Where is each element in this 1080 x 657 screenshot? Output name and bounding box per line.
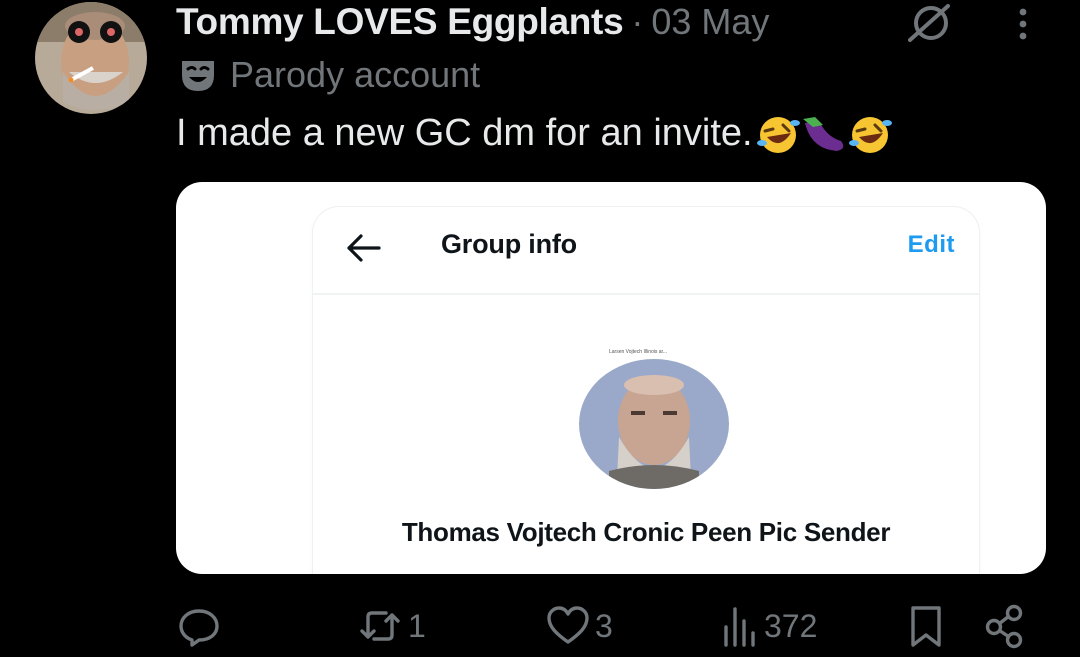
like-count: 3: [595, 607, 613, 644]
tweet-action-bar: 1 3 372: [0, 596, 1080, 656]
share-button[interactable]: [984, 596, 1026, 656]
tweet-body: I made a new GC dm for an invite.: [176, 112, 893, 155]
rolling-laughing-emoji-icon: [756, 116, 800, 153]
group-info-title: Group info: [441, 229, 577, 259]
retweet-count: 1: [408, 607, 426, 644]
display-name[interactable]: Tommy LOVES Eggplants: [176, 1, 624, 43]
author-avatar[interactable]: [35, 2, 147, 114]
tweet-media-card[interactable]: Group info Edit Larsen Vojtech Illinois …: [176, 182, 1046, 574]
views-icon: [724, 607, 755, 647]
edit-link: Edit: [907, 231, 955, 258]
back-arrow-icon: [343, 231, 383, 265]
view-count: 372: [764, 607, 818, 644]
bookmark-button[interactable]: [908, 596, 944, 656]
reply-button[interactable]: [176, 596, 226, 656]
bookmark-icon: [911, 606, 941, 647]
group-photo: [579, 359, 729, 489]
group-info-screenshot: Group info Edit Larsen Vojtech Illinois …: [313, 207, 979, 574]
group-name: Thomas Vojtech Cronic Peen Pic Sender: [401, 517, 891, 547]
tweet-header: Tommy LOVES Eggplants · 03 May: [176, 0, 769, 44]
retweet-icon: [360, 611, 400, 641]
parody-label-row: Parody account: [178, 54, 480, 96]
grok-icon[interactable]: [904, 2, 954, 44]
like-icon: [547, 606, 589, 644]
tweet-emojis: [755, 113, 893, 155]
reply-icon: [179, 609, 219, 647]
photo-caption: Larsen Vojtech Illinois ar...: [609, 349, 668, 355]
group-info-header: Group info Edit: [313, 207, 979, 295]
more-options-icon[interactable]: [1010, 6, 1036, 42]
parody-label: Parody account: [230, 54, 481, 95]
retweet-button[interactable]: 1: [356, 596, 426, 656]
like-button[interactable]: 3: [545, 596, 613, 656]
parody-mask-icon: [178, 55, 218, 95]
tweet-date[interactable]: 03 May: [651, 1, 769, 43]
views-button[interactable]: 372: [720, 596, 817, 656]
share-icon: [985, 604, 1023, 649]
tweet-text: I made a new GC dm for an invite.: [176, 112, 753, 154]
rolling-laughing-emoji-icon: [848, 116, 892, 153]
separator-dot: ·: [631, 1, 644, 42]
eggplant-emoji-icon: [802, 116, 843, 151]
